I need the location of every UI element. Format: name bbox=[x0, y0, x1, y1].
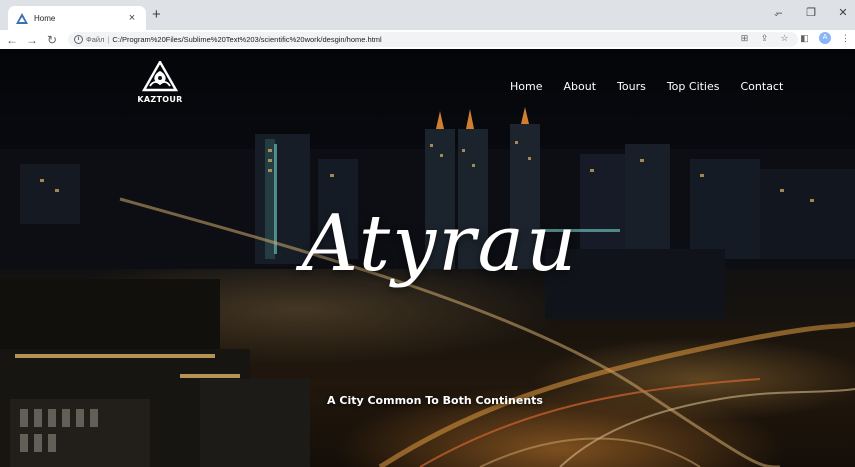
browser-tab-home[interactable]: Home × bbox=[8, 6, 146, 30]
nav-tours[interactable]: Tours bbox=[617, 80, 646, 93]
url-separator: | bbox=[107, 35, 110, 44]
browser-toolbar: ← → ↻ i Файл | C:/Program%20Files/Sublim… bbox=[0, 30, 855, 49]
close-window-button[interactable]: ✕ bbox=[837, 6, 849, 19]
info-icon[interactable]: i bbox=[74, 35, 83, 44]
profile-avatar[interactable]: A bbox=[819, 32, 831, 44]
window-controls: – ❐ ✕ bbox=[773, 6, 849, 20]
tab-close-icon[interactable]: × bbox=[126, 12, 138, 24]
nav-top-cities[interactable]: Top Cities bbox=[667, 80, 720, 93]
side-panel-icon[interactable]: ◧ bbox=[799, 33, 810, 44]
tab-strip: Home × + ⌄ – ❐ ✕ bbox=[0, 0, 855, 30]
url-text[interactable]: C:/Program%20Files/Sublime%20Text%203/sc… bbox=[112, 35, 381, 44]
hero-title: Atyrau bbox=[301, 199, 579, 289]
nav-home[interactable]: Home bbox=[510, 80, 542, 93]
kaztour-emblem-icon bbox=[142, 61, 178, 92]
forward-arrow-icon[interactable]: → bbox=[24, 34, 40, 46]
star-icon[interactable]: ☆ bbox=[779, 33, 790, 44]
share-icon[interactable]: ⇪ bbox=[759, 33, 770, 44]
nav-contact[interactable]: Contact bbox=[741, 80, 784, 93]
url-scheme: Файл bbox=[86, 35, 105, 44]
logo-text: KAZTOUR bbox=[137, 95, 183, 104]
toolbar-actions: ⊞ ⇪ ☆ ◧ A ⋮ bbox=[739, 32, 851, 44]
maximize-button[interactable]: ❐ bbox=[805, 6, 817, 19]
tab-title: Home bbox=[34, 13, 56, 23]
kaztour-logo[interactable]: KAZTOUR bbox=[134, 61, 186, 117]
translate-icon[interactable]: ⊞ bbox=[739, 33, 750, 44]
nav-about[interactable]: About bbox=[563, 80, 596, 93]
hero-section: KAZTOUR Home About Tours Top Cities Cont… bbox=[0, 49, 855, 467]
back-arrow-icon[interactable]: ← bbox=[4, 34, 20, 46]
new-tab-button[interactable]: + bbox=[152, 7, 161, 23]
address-bar[interactable]: i Файл | C:/Program%20Files/Sublime%20Te… bbox=[68, 32, 798, 47]
hero-subtitle: A City Common To Both Continents bbox=[327, 394, 543, 407]
kaztour-favicon-icon bbox=[16, 12, 28, 24]
reload-icon[interactable]: ↻ bbox=[44, 34, 60, 46]
kebab-menu-icon[interactable]: ⋮ bbox=[840, 33, 851, 44]
minimize-button[interactable]: – bbox=[773, 7, 785, 19]
main-nav: Home About Tours Top Cities Contact bbox=[510, 80, 804, 93]
